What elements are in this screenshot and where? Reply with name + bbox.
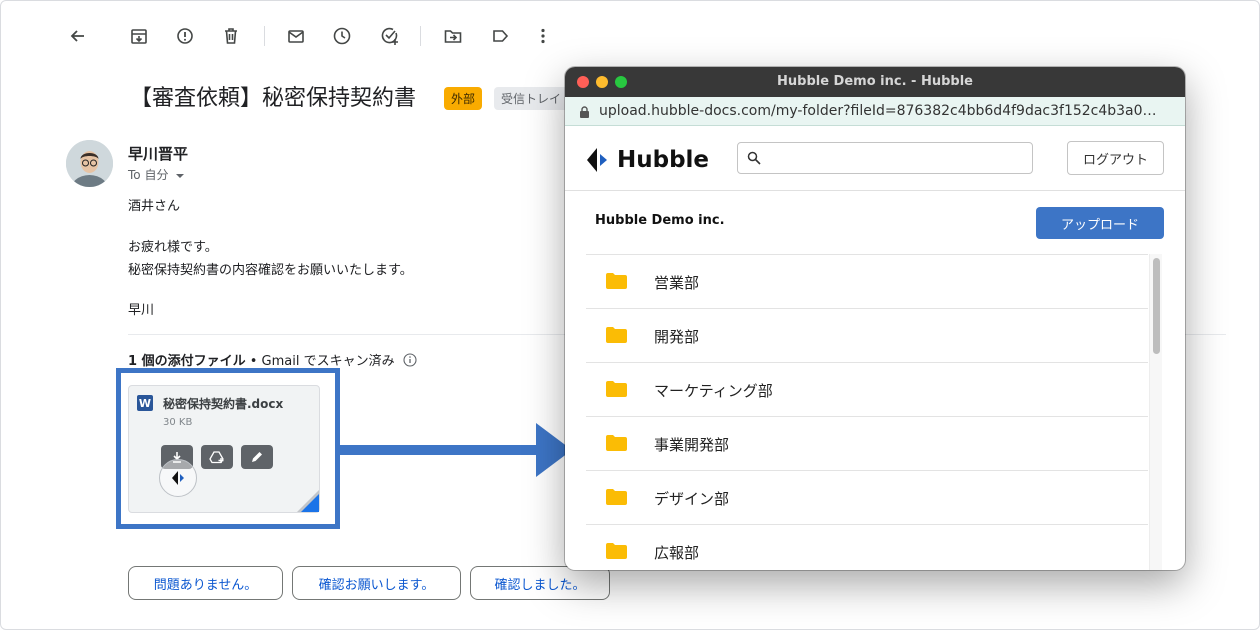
smart-reply-button[interactable]: 確認お願いします。 [292, 566, 461, 600]
search-icon [747, 151, 761, 165]
inbox-label-badge[interactable]: 受信トレイ [494, 87, 569, 110]
search-input[interactable] [737, 142, 1033, 174]
url-text: upload.hubble-docs.com/my-folder?fileId=… [599, 103, 1157, 119]
more-icon[interactable] [531, 24, 555, 48]
body-line: 秘密保持契約書の内容確認をお願いいたします。 [128, 263, 413, 278]
hubble-logo-icon [587, 148, 607, 172]
move-to-icon[interactable] [441, 24, 465, 48]
folder-name: マーケティング部 [654, 382, 773, 400]
folder-icon [606, 489, 627, 505]
hubble-popup-window[interactable]: Hubble Demo inc. - Hubble upload.hubble-… [565, 67, 1185, 570]
address-bar[interactable]: upload.hubble-docs.com/my-folder?fileId=… [565, 97, 1185, 126]
window-titlebar[interactable]: Hubble Demo inc. - Hubble [565, 67, 1185, 97]
label-icon[interactable] [488, 24, 512, 48]
folder-item[interactable]: 営業部 [586, 254, 1148, 309]
folder-item[interactable]: マーケティング部 [586, 363, 1148, 417]
external-badge: 外部 [444, 87, 483, 110]
window-title: Hubble Demo inc. - Hubble [777, 74, 973, 89]
folder-item[interactable]: デザイン部 [586, 471, 1148, 525]
attachment-count: 1 個の添付ファイル [128, 354, 246, 369]
folder-name: 開発部 [654, 328, 700, 346]
scrollbar-thumb[interactable] [1153, 258, 1160, 354]
report-spam-icon[interactable] [173, 24, 197, 48]
folder-name: デザイン部 [654, 490, 730, 508]
folder-icon [606, 543, 627, 559]
email-subject: 【審査依頼】秘密保持契約書 [130, 86, 417, 111]
sender-avatar[interactable] [66, 140, 113, 187]
recipient-label: To 自分 [128, 168, 169, 182]
info-icon[interactable] [403, 353, 417, 371]
sender-name: 早川晋平 [128, 145, 189, 163]
toolbar-divider [264, 26, 265, 46]
folder-list: 営業部 開発部 マーケティング部 事業開発部 デザイン部 広報部 [586, 254, 1148, 570]
folder-icon [606, 381, 627, 397]
hubble-header: Hubble ログアウト [565, 126, 1185, 191]
caret-down-icon [176, 173, 185, 178]
folder-icon [606, 273, 627, 289]
scrollbar[interactable] [1149, 254, 1162, 570]
body-line: お疲れ様です。 [128, 240, 218, 255]
hubble-logo[interactable]: Hubble [585, 146, 709, 174]
add-task-icon[interactable] [378, 24, 402, 48]
toolbar-divider [420, 26, 421, 46]
back-arrow-icon[interactable] [66, 24, 90, 48]
scan-status: • Gmail でスキャン済み [245, 354, 395, 369]
snooze-icon[interactable] [330, 24, 354, 48]
archive-icon[interactable] [127, 24, 151, 48]
folder-item[interactable]: 事業開発部 [586, 417, 1148, 471]
body-greeting: 酒井さん [128, 199, 181, 214]
hubble-logo-text: Hubble [617, 147, 710, 173]
recipient-dropdown[interactable]: To 自分 [128, 166, 185, 183]
folder-name: 広報部 [654, 544, 700, 562]
logout-button[interactable]: ログアウト [1067, 141, 1164, 175]
mark-unread-icon[interactable] [284, 24, 308, 48]
folder-item[interactable]: 開発部 [586, 309, 1148, 363]
folder-icon [606, 327, 627, 343]
smart-reply-button[interactable]: 確認しました。 [470, 566, 610, 600]
organization-name: Hubble Demo inc. [595, 213, 725, 228]
folder-name: 事業開発部 [654, 436, 730, 454]
callout-arrow-shaft [335, 445, 540, 455]
upload-button[interactable]: アップロード [1036, 207, 1164, 239]
folder-name: 営業部 [654, 274, 700, 292]
body-signature: 早川 [128, 303, 155, 318]
delete-icon[interactable] [219, 24, 243, 48]
smart-reply-button[interactable]: 問題ありません。 [128, 566, 283, 600]
attachment-highlight-box [116, 368, 340, 529]
lock-icon [580, 106, 589, 118]
folder-item[interactable]: 広報部 [586, 525, 1148, 570]
folder-icon [606, 435, 627, 451]
